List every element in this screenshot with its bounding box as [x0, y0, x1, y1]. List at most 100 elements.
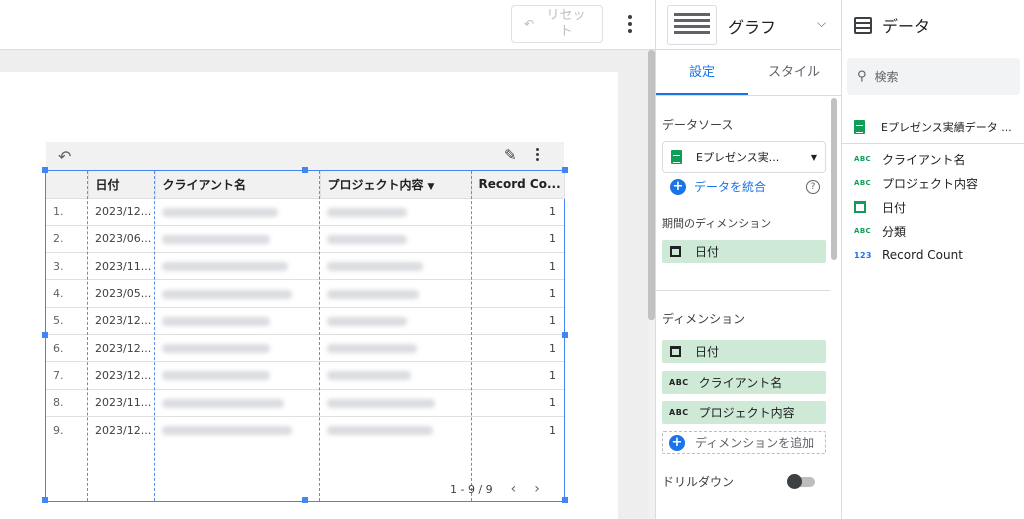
table-chart[interactable]: 日付 クライアント名 プロジェクト内容 ▼ Record Co... 1. 2023… — [42, 167, 568, 503]
table-row[interactable]: 3. 2023/11... 1 — [46, 252, 564, 280]
field-search[interactable]: ⚲ 検索 — [847, 58, 1020, 95]
resize-handle[interactable] — [42, 167, 48, 173]
field-name: プロジェクト内容 — [882, 176, 979, 191]
dimension-name: プロジェクト内容 — [698, 406, 795, 420]
more-vert-icon[interactable] — [620, 10, 640, 38]
canvas-scrollbar-thumb[interactable] — [648, 50, 655, 320]
table-row[interactable]: 8. 2023/11... 1 — [46, 388, 564, 417]
next-page-icon[interactable]: › — [534, 481, 540, 497]
table-row[interactable]: 6. 2023/12... 1 — [46, 333, 564, 362]
chart-more-icon[interactable] — [536, 148, 539, 161]
data-panel-header: データ — [842, 0, 1024, 50]
table-row[interactable]: 5. 2023/12... 1 — [46, 306, 564, 335]
table-row[interactable]: 2. 2023/06... 1 — [46, 224, 564, 253]
report-toolbar: ↶ リセット — [0, 0, 655, 50]
dimension-chip-client[interactable]: ABC クライアント名 — [662, 371, 826, 394]
field-item[interactable]: 123 Record Count — [842, 244, 1024, 266]
cell-client-redacted — [155, 415, 320, 444]
sheets-icon — [671, 150, 682, 164]
dimension-name: クライアント名 — [698, 376, 783, 390]
search-input[interactable]: 検索 — [875, 68, 899, 85]
cell-date: 2023/12... — [88, 361, 155, 390]
drilldown-label: ドリルダウン — [662, 475, 735, 489]
cell-record-count: 1 — [471, 197, 564, 226]
table-row[interactable]: 4. 2023/05... 1 — [46, 279, 564, 308]
table-chart-icon — [667, 5, 717, 45]
merge-data-label: データを統合 — [694, 180, 767, 194]
datasource-name: Eプレゼンス実績データ ... — [881, 121, 1012, 134]
table-pagination: 1 - 9 / 9 ‹ › — [450, 481, 540, 497]
cell-client-redacted — [155, 224, 320, 253]
row-number: 9. — [46, 415, 88, 444]
cell-project-redacted — [320, 333, 471, 362]
field-item[interactable]: ABC プロジェクト内容 — [842, 172, 1024, 194]
reset-button[interactable]: ↶ リセット — [511, 5, 603, 43]
cell-project-redacted — [320, 361, 471, 390]
pencil-icon[interactable]: ✎ — [504, 146, 517, 164]
table-row[interactable]: 1. 2023/12... 1 — [46, 197, 564, 226]
resize-handle[interactable] — [302, 167, 308, 173]
resize-handle[interactable] — [562, 497, 568, 503]
add-dimension-button[interactable]: + ディメンションを追加 — [662, 431, 826, 454]
resize-handle[interactable] — [302, 497, 308, 503]
canvas-scrollbar[interactable] — [648, 50, 655, 519]
datasource-select[interactable]: Eプレゼンス実... ▼ — [662, 141, 826, 173]
props-scrollbar[interactable] — [830, 96, 838, 519]
chevron-down-icon[interactable]: ⌵ — [817, 16, 826, 31]
text-type-icon: ABC — [854, 179, 872, 187]
cell-client-redacted — [155, 279, 320, 308]
table-row[interactable]: 9. 2023/12... 1 — [46, 415, 564, 444]
resize-handle[interactable] — [42, 497, 48, 503]
header-client[interactable]: クライアント名 — [155, 171, 321, 198]
cell-date: 2023/12... — [88, 306, 155, 335]
undo-icon[interactable]: ↶ — [58, 147, 71, 166]
add-circle-icon: + — [669, 434, 685, 451]
cell-client-redacted — [155, 252, 320, 280]
tab-style[interactable]: スタイル — [748, 50, 840, 95]
row-number: 7. — [46, 361, 88, 390]
cell-client-redacted — [155, 197, 320, 226]
column-guide — [471, 171, 472, 501]
resize-handle[interactable] — [562, 167, 568, 173]
field-item[interactable]: ABC クライアント名 — [842, 148, 1024, 170]
cell-record-count: 1 — [471, 361, 564, 390]
period-dimension-chip[interactable]: 日付 — [662, 240, 826, 263]
caret-down-icon: ▼ — [810, 152, 817, 162]
cell-project-redacted — [320, 415, 471, 444]
calendar-icon — [854, 201, 866, 213]
prev-page-icon[interactable]: ‹ — [511, 481, 517, 497]
props-scrollbar-thumb[interactable] — [831, 98, 837, 260]
cell-date: 2023/05... — [88, 279, 155, 308]
data-panel-title: データ — [882, 17, 931, 36]
header-rownum — [46, 171, 89, 198]
cell-record-count: 1 — [471, 306, 564, 335]
field-item[interactable]: 日付 — [842, 196, 1024, 218]
drilldown-toggle[interactable] — [787, 474, 817, 489]
help-icon[interactable]: ? — [806, 180, 820, 194]
header-record-count[interactable]: Record Co... — [471, 171, 565, 198]
dimension-chip-project[interactable]: ABC プロジェクト内容 — [662, 401, 826, 424]
calendar-icon — [670, 246, 681, 257]
table-header-row: 日付 クライアント名 プロジェクト内容 ▼ Record Co... — [46, 171, 565, 198]
column-guide — [154, 171, 155, 501]
datasource-row[interactable]: Eプレゼンス実績データ ... — [842, 111, 1024, 144]
resize-handle[interactable] — [42, 332, 48, 338]
cell-project-redacted — [320, 306, 471, 335]
cell-date: 2023/11... — [88, 252, 155, 280]
merge-data-link[interactable]: + データを統合 — [670, 178, 766, 195]
field-name: 分類 — [882, 224, 907, 239]
header-date[interactable]: 日付 — [88, 171, 156, 198]
datasource-name: Eプレゼンス実... — [696, 151, 780, 164]
resize-handle[interactable] — [562, 332, 568, 338]
chart-type-selector[interactable]: グラフ ⌵ — [656, 0, 843, 50]
props-tabs: 設定 スタイル — [656, 50, 843, 96]
cell-client-redacted — [155, 333, 320, 362]
field-item[interactable]: ABC 分類 — [842, 220, 1024, 242]
table-row[interactable]: 7. 2023/12... 1 — [46, 361, 564, 390]
tab-setup[interactable]: 設定 — [656, 50, 748, 95]
header-project[interactable]: プロジェクト内容 ▼ — [320, 171, 472, 198]
divider — [656, 290, 830, 291]
row-number: 4. — [46, 279, 88, 308]
dimension-chip-date[interactable]: 日付 — [662, 340, 826, 363]
datasource-label: データソース — [662, 118, 734, 132]
